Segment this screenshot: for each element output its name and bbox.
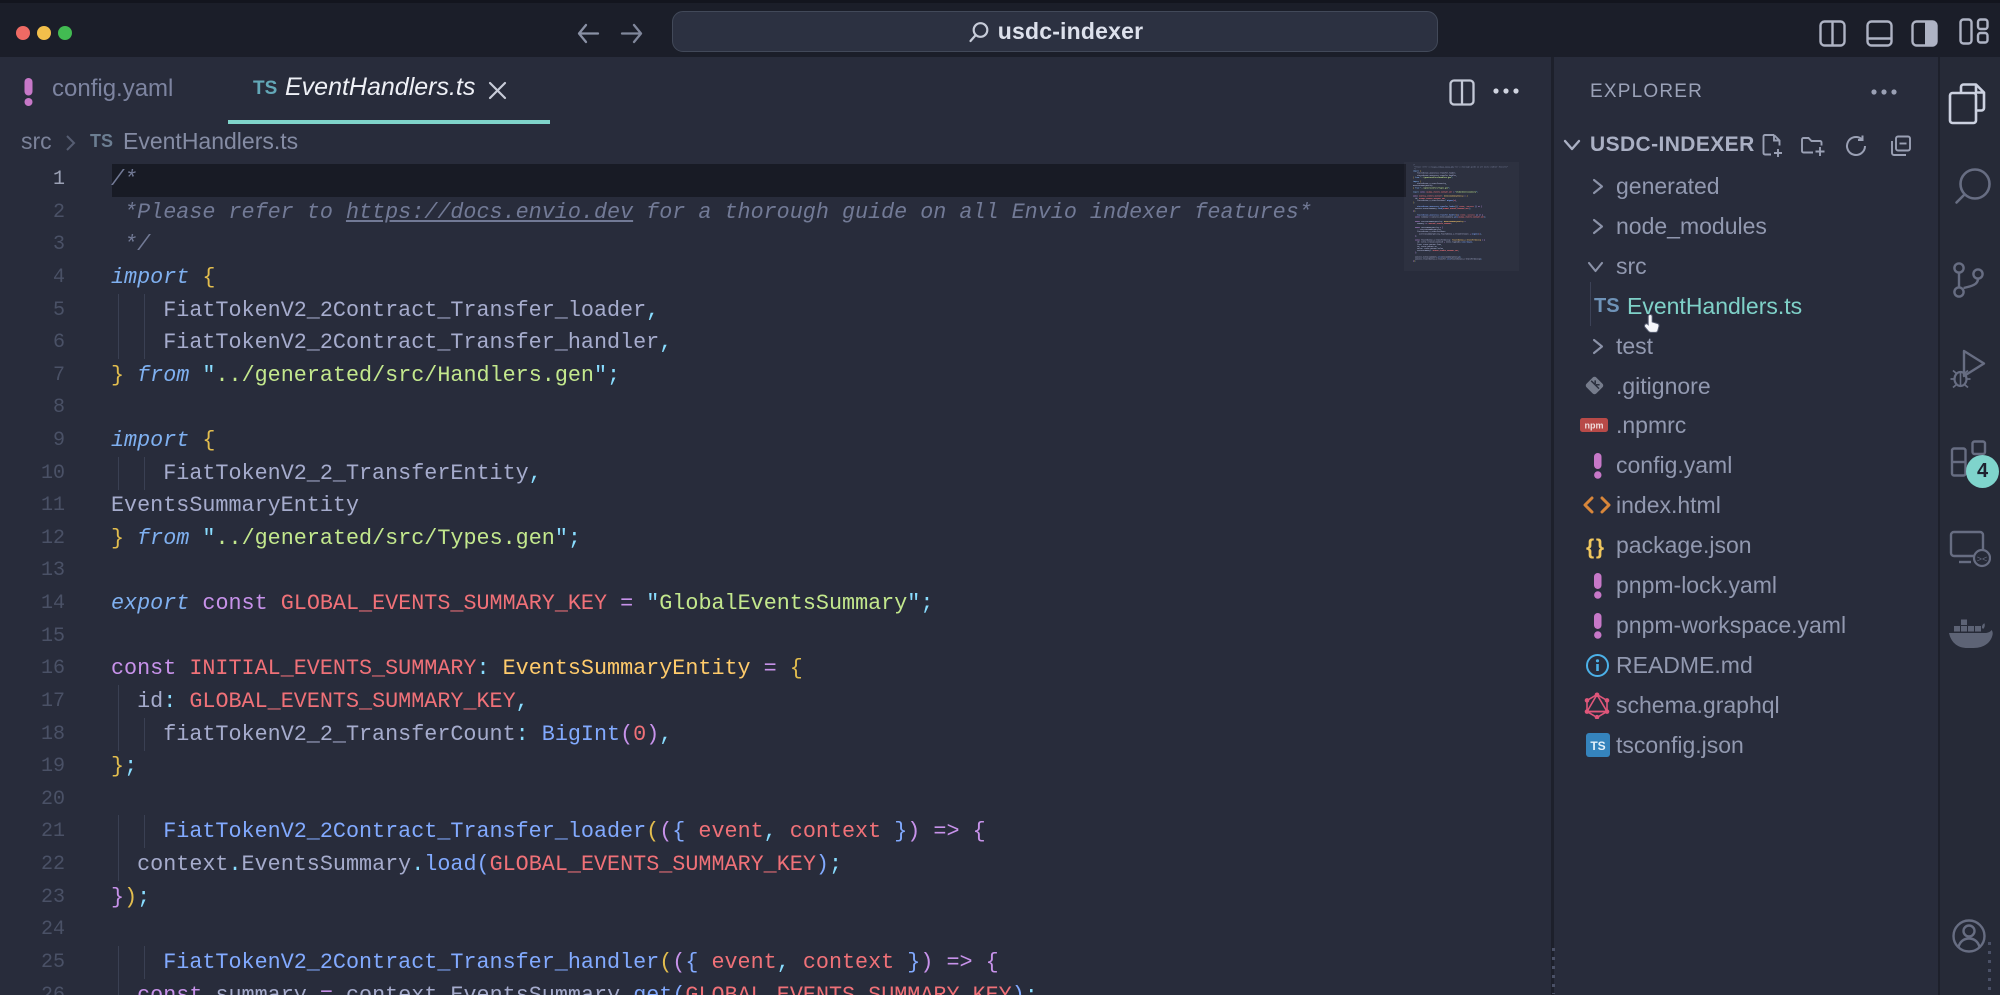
svg-text:TS: TS (1590, 739, 1605, 753)
svg-text:npm: npm (1585, 421, 1604, 431)
svg-text:><: >< (1977, 555, 1988, 565)
